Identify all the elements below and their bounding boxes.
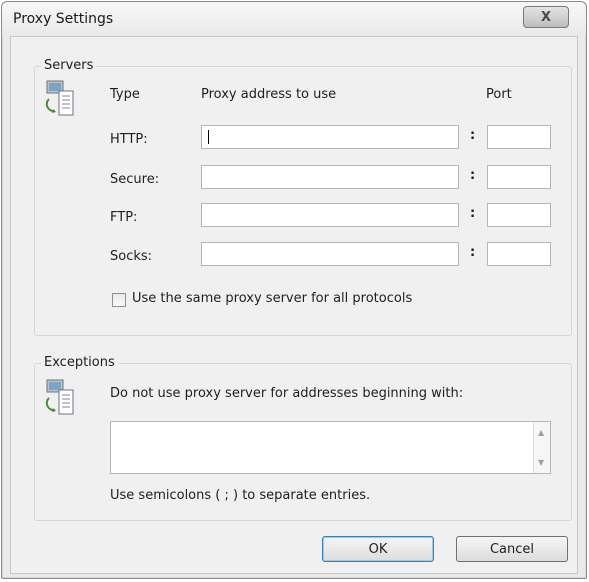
same-proxy-checkbox[interactable] <box>112 293 126 307</box>
close-icon: X <box>540 9 552 25</box>
ftp-address-input[interactable] <box>201 203 459 227</box>
secure-address-input[interactable] <box>201 165 459 189</box>
servers-group: Servers Type Proxy address to use Port H… <box>34 58 572 336</box>
ftp-colon: : <box>470 206 476 221</box>
socks-address-input[interactable] <box>201 242 459 266</box>
exceptions-scrollbar[interactable]: ▲ ▼ <box>533 422 550 473</box>
secure-port-input[interactable] <box>487 165 551 189</box>
text-cursor <box>208 130 209 144</box>
socks-port-input[interactable] <box>487 242 551 266</box>
http-colon: : <box>470 128 476 143</box>
ok-button[interactable]: OK <box>322 536 434 562</box>
exceptions-description: Do not use proxy server for addresses be… <box>110 386 464 401</box>
http-address-input[interactable] <box>201 125 459 149</box>
exceptions-group: Exceptions Do not use proxy server for a… <box>34 355 572 521</box>
network-computer-icon <box>45 80 74 116</box>
address-column-header: Proxy address to use <box>201 87 337 102</box>
cancel-button[interactable]: Cancel <box>456 536 568 562</box>
dialog-title: Proxy Settings <box>13 11 114 27</box>
secure-label: Secure: <box>110 172 160 187</box>
type-column-header: Type <box>110 87 140 102</box>
same-proxy-label[interactable]: Use the same proxy server for all protoc… <box>132 291 412 306</box>
title-bar: Proxy Settings X <box>2 2 586 36</box>
scroll-up-icon[interactable]: ▲ <box>538 428 544 437</box>
http-port-input[interactable] <box>487 125 551 149</box>
servers-group-label: Servers <box>41 58 97 73</box>
scroll-down-icon[interactable]: ▼ <box>538 458 544 467</box>
port-column-header: Port <box>486 87 512 102</box>
exceptions-group-label: Exceptions <box>41 355 118 370</box>
network-computer-icon <box>45 379 74 415</box>
exceptions-textarea[interactable]: ▲ ▼ <box>110 421 551 474</box>
secure-colon: : <box>470 168 476 183</box>
close-button[interactable]: X <box>523 6 569 28</box>
socks-colon: : <box>470 245 476 260</box>
socks-label: Socks: <box>110 249 153 264</box>
exceptions-hint: Use semicolons ( ; ) to separate entries… <box>110 488 371 503</box>
ftp-label: FTP: <box>110 210 138 225</box>
proxy-settings-dialog: Proxy Settings X Servers Type Proxy addr… <box>1 1 587 579</box>
dialog-body: Servers Type Proxy address to use Port H… <box>10 36 578 574</box>
http-label: HTTP: <box>110 132 148 147</box>
ftp-port-input[interactable] <box>487 203 551 227</box>
